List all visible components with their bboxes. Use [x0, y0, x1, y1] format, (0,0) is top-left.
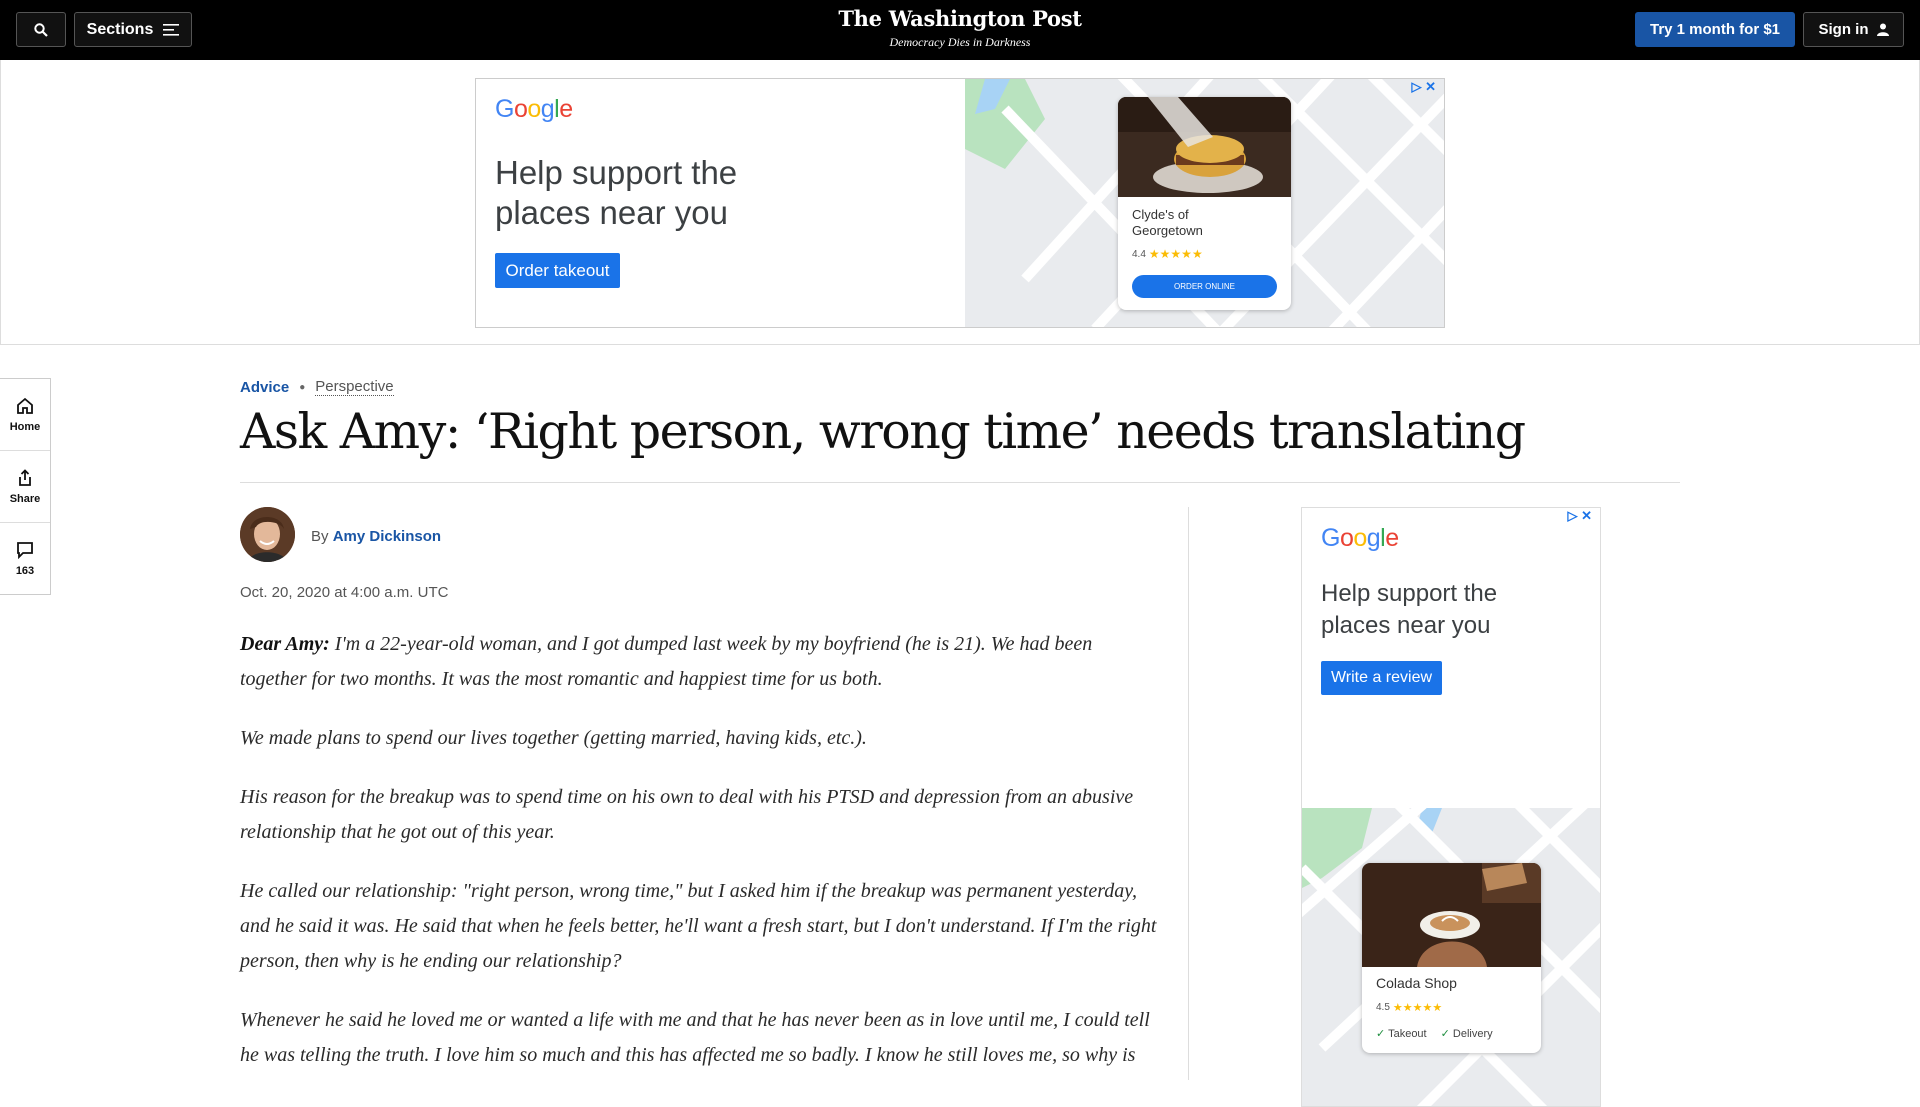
kicker-separator: ● — [299, 381, 306, 393]
article-paragraph: Dear Amy: I'm a 22-year-old woman, and I… — [240, 627, 1160, 697]
google-logo: Google — [1321, 524, 1399, 552]
check-icon: ✓ — [1440, 1028, 1450, 1040]
ad-headline: Help support the places near you — [1321, 578, 1497, 642]
article-action-rail: Home Share 163 — [0, 378, 51, 595]
sections-button[interactable]: Sections — [74, 12, 192, 47]
user-icon — [1876, 23, 1889, 36]
write-review-button[interactable]: Write a review — [1321, 661, 1442, 695]
place-card[interactable]: Colada Shop 4.5 ★★★★★ ✓ Takeout ✓ Delive… — [1362, 863, 1541, 1053]
paragraph-text: I'm a 22-year-old woman, and I got dumpe… — [240, 633, 1093, 690]
place-rating: 4.5 ★★★★★ — [1376, 1001, 1442, 1014]
adchoices-icon[interactable]: ▷ ✕ — [1567, 508, 1592, 524]
author-avatar[interactable] — [240, 507, 295, 562]
search-button[interactable] — [16, 12, 66, 47]
rail-comments-button[interactable]: 163 — [0, 523, 50, 595]
article-headline: Ask Amy: ‘Right person, wrong time’ need… — [240, 403, 1526, 460]
google-logo: Google — [495, 95, 573, 123]
search-icon — [34, 22, 48, 37]
article-kicker: Advice ● Perspective — [240, 378, 394, 396]
menu-icon — [163, 23, 180, 36]
dear-amy-lead: Dear Amy: — [240, 633, 330, 655]
article-paragraph: We made plans to spend our lives togethe… — [240, 727, 867, 749]
delivery-tag: ✓ Delivery — [1441, 1027, 1493, 1040]
rail-home-label: Home — [9, 420, 41, 433]
place-name: Clyde's of Georgetown — [1132, 207, 1203, 239]
rating-value: 4.4 — [1132, 248, 1146, 260]
place-rating: 4.4 ★★★★★ — [1132, 247, 1203, 261]
section-link[interactable]: Advice — [240, 379, 289, 396]
top-advertisement[interactable]: Google Help support the places near you … — [475, 78, 1445, 328]
logo-tagline: Democracy Dies in Darkness — [889, 35, 1031, 49]
share-icon — [19, 468, 31, 486]
check-icon: ✓ — [1376, 1028, 1386, 1040]
burger-photo — [1118, 97, 1291, 197]
ad-headline-line: places near you — [495, 194, 728, 231]
adchoices-icon[interactable]: ▷ ✕ — [1411, 79, 1436, 95]
sections-label: Sections — [86, 20, 154, 38]
ad-headline-line: places near you — [1321, 612, 1491, 639]
site-logo[interactable]: The Washington Post Democracy Dies in Da… — [760, 6, 1160, 50]
comment-icon — [17, 542, 33, 559]
rail-share-button[interactable]: Share — [0, 451, 50, 523]
coffee-photo — [1362, 863, 1541, 967]
ad-map: Colada Shop 4.5 ★★★★★ ✓ Takeout ✓ Delive… — [1302, 808, 1600, 1106]
home-icon — [17, 397, 33, 414]
sign-in-label: Sign in — [1818, 21, 1869, 38]
place-card[interactable]: Clyde's of Georgetown 4.4 ★★★★★ ORDER ON… — [1118, 97, 1291, 310]
byline-prefix: By — [311, 528, 329, 545]
top-navigation-bar: Sections The Washington Post Democracy D… — [0, 0, 1920, 60]
article-paragraph: His reason for the breakup was to spend … — [240, 786, 1134, 843]
article-paragraph: He called our relationship: "right perso… — [240, 880, 1157, 972]
order-online-button[interactable]: ORDER ONLINE — [1132, 275, 1277, 298]
article-body: Dear Amy: I'm a 22-year-old woman, and I… — [240, 627, 1160, 1097]
place-name: Colada Shop — [1376, 975, 1457, 991]
comment-count: 163 — [15, 565, 35, 577]
subscribe-button[interactable]: Try 1 month for $1 — [1635, 12, 1795, 47]
ad-text-panel: Google Help support the places near you … — [476, 79, 965, 327]
ad-map: Clyde's of Georgetown 4.4 ★★★★★ ORDER ON… — [965, 79, 1444, 327]
author-photo — [240, 507, 295, 562]
publish-date: Oct. 20, 2020 at 4:00 a.m. UTC — [240, 584, 449, 601]
place-name-line: Clyde's of — [1132, 207, 1189, 222]
article-paragraph: Whenever he said he loved me or wanted a… — [240, 1009, 1150, 1066]
tag-label: Delivery — [1452, 1028, 1493, 1040]
ad-headline-line: Help support the — [495, 154, 738, 191]
sign-in-button[interactable]: Sign in — [1803, 12, 1904, 47]
rating-value: 4.5 — [1376, 1002, 1390, 1013]
order-takeout-button[interactable]: Order takeout — [495, 253, 620, 288]
column-divider — [1188, 507, 1189, 1080]
rail-home-button[interactable]: Home — [0, 379, 50, 451]
ad-headline-line: Help support the — [1321, 580, 1498, 607]
takeout-tag: ✓ Takeout — [1376, 1027, 1427, 1040]
perspective-label[interactable]: Perspective — [315, 378, 394, 396]
star-rating-icon: ★★★★★ — [1148, 247, 1203, 261]
ad-headline: Help support the places near you — [495, 153, 737, 233]
service-tags: ✓ Takeout ✓ Delivery — [1376, 1027, 1493, 1040]
rail-share-label: Share — [9, 492, 41, 505]
sidebar-advertisement[interactable]: Google Help support the places near you … — [1301, 507, 1601, 1107]
byline: By Amy Dickinson — [311, 528, 441, 545]
star-rating-icon: ★★★★★ — [1392, 1002, 1443, 1014]
logo-wordmark: The Washington Post — [838, 6, 1082, 31]
place-name-line: Georgetown — [1132, 223, 1203, 238]
author-link[interactable]: Amy Dickinson — [333, 528, 441, 545]
headline-divider — [240, 482, 1680, 483]
tag-label: Takeout — [1388, 1028, 1427, 1040]
